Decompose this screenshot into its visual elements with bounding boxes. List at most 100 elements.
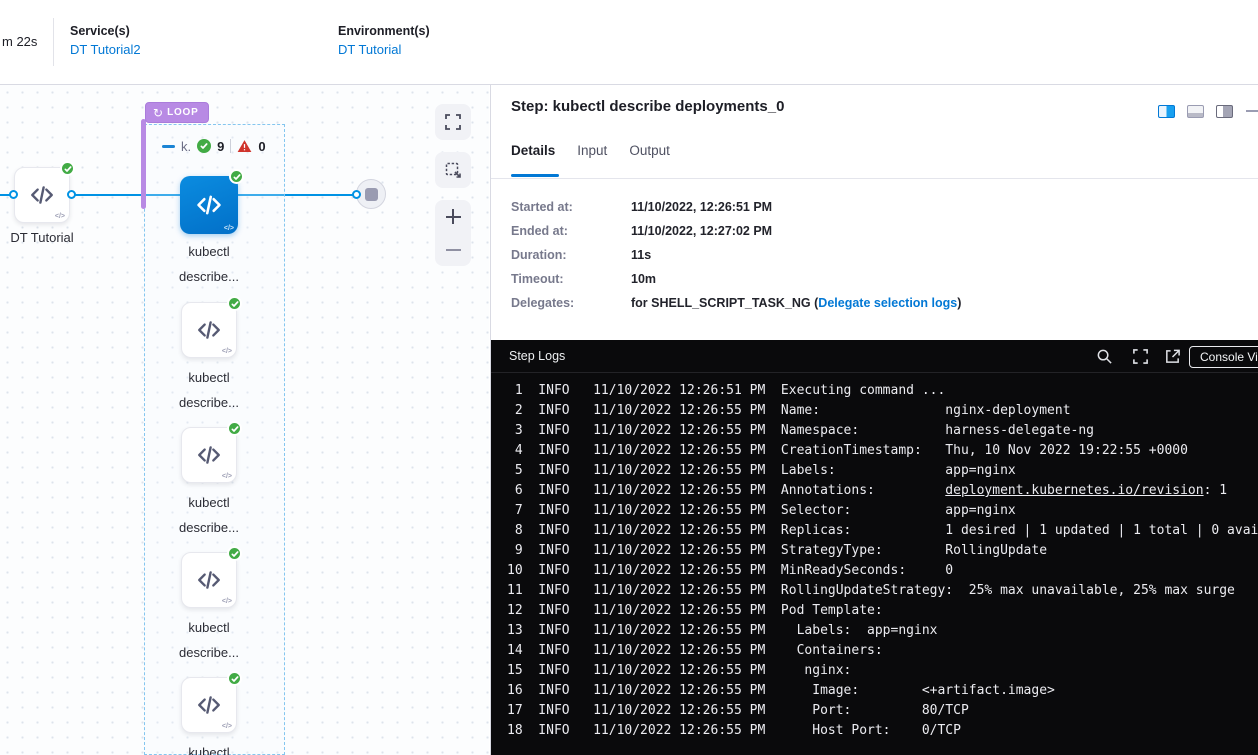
plus-icon [446,209,461,224]
execution-header-bar: m 22s Service(s) DT Tutorial2 Environmen… [0,0,1258,85]
loop-badge: ↻ LOOP [145,102,209,123]
detail-row-duration: Duration:11s [511,246,651,264]
pipeline-duration: m 22s [2,34,37,49]
detail-tabs: Details Input Output [511,143,670,170]
shell-script-mini-icon: </> [222,348,232,355]
log-line: 10 INFO 11/10/2022 12:26:55 PM MinReadyS… [507,561,1258,581]
log-line: 16 INFO 11/10/2022 12:26:55 PM Image: <+… [507,681,1258,701]
layout-right-view-icon[interactable] [1216,105,1233,118]
open-in-new-icon[interactable] [1164,348,1181,365]
shell-script-mini-icon: </> [222,473,232,480]
fullscreen-icon [445,114,461,130]
step-node-label: kubectldescribe... [149,490,269,540]
step-title: Step: kubectl describe deployments_0 [511,98,784,115]
step-node-label: kubectldescribe... [149,740,269,755]
minus-icon [446,249,461,251]
loop-icon: ↻ [153,107,163,119]
shell-script-mini-icon: </> [222,723,232,730]
log-line: 18 INFO 11/10/2022 12:26:55 PM Host Port… [507,721,1258,741]
layout-bottom-view-icon[interactable] [1187,105,1204,118]
loop-accent-bar [141,119,146,209]
failed-count: 0 [258,139,265,154]
log-line: 6 INFO 11/10/2022 12:26:55 PM Annotation… [507,481,1258,501]
step-node-label: kubectldescribe... [149,239,269,289]
log-line: 7 INFO 11/10/2022 12:26:55 PM Selector: … [507,501,1258,521]
stop-icon [365,188,378,201]
delegate-selection-logs-link[interactable]: Delegate selection logs [818,296,957,310]
collapse-icon[interactable] [162,145,175,148]
step-node-kubectl-describe[interactable]: </> [181,552,237,608]
log-annotation-link[interactable]: deployment.kubernetes.io/revision [945,483,1203,498]
log-body[interactable]: 1 INFO 11/10/2022 12:26:51 PM Executing … [491,373,1258,755]
console-view-button[interactable]: Console View [1189,346,1258,368]
step-node-label: kubectldescribe... [149,615,269,665]
services-label: Service(s) [70,24,130,38]
code-icon [196,442,222,468]
log-line: 8 INFO 11/10/2022 12:26:55 PM Replicas: … [507,521,1258,541]
divider [230,139,231,153]
fullscreen-logs-icon[interactable] [1132,348,1149,365]
step-node-selected[interactable]: </> [180,176,238,234]
log-line: 14 INFO 11/10/2022 12:26:55 PM Container… [507,641,1258,661]
success-check-icon [60,161,75,176]
log-line: 15 INFO 11/10/2022 12:26:55 PM nginx: [507,661,1258,681]
step-node-kubectl-describe[interactable]: </> [181,677,237,733]
divider [53,18,54,66]
step-details-panel: Step: kubectl describe deployments_0 Det… [490,85,1258,755]
shell-script-mini-icon: </> [224,225,234,232]
tab-output[interactable]: Output [629,143,670,170]
edge-connector-dot [9,190,18,199]
success-check-icon [227,671,242,686]
success-check-icon [227,421,242,436]
matrix-header: k. 9 0 [162,137,266,155]
warning-icon [237,139,252,153]
success-check-icon [227,296,242,311]
log-line: 11 INFO 11/10/2022 12:26:55 PM RollingUp… [507,581,1258,601]
step-node-label: kubectldescribe... [149,365,269,415]
step-node-label: DT Tutorial [0,225,102,250]
environment-link[interactable]: DT Tutorial [338,42,401,57]
log-line: 13 INFO 11/10/2022 12:26:55 PM Labels: a… [507,621,1258,641]
code-icon [196,692,222,718]
step-node-dt-tutorial[interactable]: </> [14,167,70,223]
code-icon [196,567,222,593]
fullscreen-button[interactable] [435,104,471,140]
step-logs-header: Step Logs Console View [491,340,1258,373]
zoom-in-button[interactable] [435,200,471,233]
log-line: 1 INFO 11/10/2022 12:26:51 PM Executing … [507,381,1258,401]
detail-row-delegates: Delegates:for SHELL_SCRIPT_TASK_NG (Dele… [511,294,961,312]
log-line: 9 INFO 11/10/2022 12:26:55 PM StrategyTy… [507,541,1258,561]
detail-row-ended: Ended at:11/10/2022, 12:27:02 PM [511,222,772,240]
edge-connector-dot [352,190,361,199]
step-node-kubectl-describe[interactable]: </> [181,427,237,483]
detail-row-timeout: Timeout:10m [511,270,656,288]
edge-connector-dot [67,190,76,199]
detail-row-started: Started at:11/10/2022, 12:26:51 PM [511,198,772,216]
minimize-icon[interactable] [1246,110,1258,112]
active-tab-indicator [511,174,559,177]
tab-input[interactable]: Input [577,143,607,170]
log-line: 17 INFO 11/10/2022 12:26:55 PM Port: 80/… [507,701,1258,721]
log-line: 12 INFO 11/10/2022 12:26:55 PM Pod Templ… [507,601,1258,621]
layout-split-view-icon[interactable] [1158,105,1175,118]
fit-selection-button[interactable] [435,152,471,188]
divider [491,178,1258,179]
log-line: 3 INFO 11/10/2022 12:26:55 PM Namespace:… [507,421,1258,441]
pipeline-graph-canvas[interactable]: ↻ LOOP k. 9 0 </> DT Tutorial </> [0,85,489,755]
success-check-icon [227,546,242,561]
tab-details[interactable]: Details [511,143,555,170]
search-icon[interactable] [1096,348,1113,365]
log-line: 5 INFO 11/10/2022 12:26:55 PM Labels: ap… [507,461,1258,481]
zoom-out-button[interactable] [435,233,471,266]
code-icon [29,182,55,208]
service-link[interactable]: DT Tutorial2 [70,42,141,57]
step-logs-title: Step Logs [509,349,565,363]
code-icon [195,191,223,219]
matrix-name: k. [181,139,191,154]
step-node-kubectl-describe[interactable]: </> [181,302,237,358]
log-line: 2 INFO 11/10/2022 12:26:55 PM Name: ngin… [507,401,1258,421]
code-icon [196,317,222,343]
success-count: 9 [217,139,224,154]
shell-script-mini-icon: </> [222,598,232,605]
selection-icon [445,162,461,178]
